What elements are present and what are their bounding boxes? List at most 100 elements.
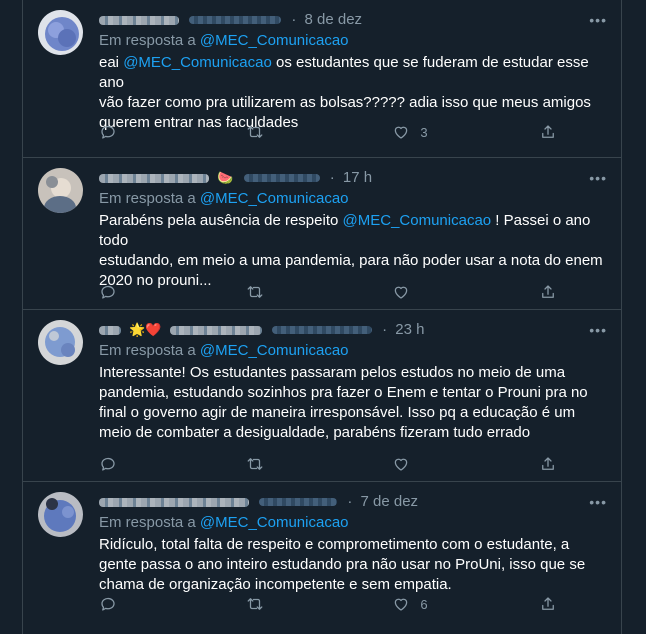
like-count: 6 xyxy=(420,596,428,612)
author-name-redacted[interactable] xyxy=(99,325,121,335)
speech-bubble-icon xyxy=(101,457,115,471)
heart-icon xyxy=(395,458,408,471)
tweet[interactable]: 🌟❤️ · 23 h ••• Em resposta a @MEC_Comuni… xyxy=(23,310,621,482)
reply-mention-link[interactable]: @MEC_Comunicacao xyxy=(200,32,349,49)
tweet-text-line: meio de combater a desigualdade, parabén… xyxy=(99,423,607,443)
like-button[interactable]: 3 xyxy=(392,123,472,141)
timestamp[interactable]: 7 de dez xyxy=(361,493,419,510)
tweet-text-line: Ridículo, total falta de respeito e comp… xyxy=(99,535,607,555)
name-emoji: 🌟❤️ xyxy=(129,322,162,338)
mention-link[interactable]: @MEC_Comunicacao xyxy=(343,212,492,229)
tweet-text-segment: Parabéns pela ausência de respeito xyxy=(99,212,343,229)
tweet-text-segment: eai xyxy=(99,54,124,71)
reply-button[interactable] xyxy=(99,455,179,473)
reply-mention-link[interactable]: @MEC_Comunicacao xyxy=(200,342,349,359)
reply-button[interactable] xyxy=(99,123,179,141)
share-icon xyxy=(542,457,554,470)
timestamp[interactable]: 8 de dez xyxy=(305,11,363,28)
tweet-header: 🌟❤️ · 23 h ••• xyxy=(99,320,607,340)
timestamp[interactable]: 17 h xyxy=(343,169,372,186)
share-button[interactable] xyxy=(539,123,559,141)
tweet-actions xyxy=(99,283,559,301)
reply-prefix: Em resposta a xyxy=(99,514,196,531)
tweet-text: Interessante! Os estudantes passaram pel… xyxy=(99,363,607,443)
tweet-text-segment: meio de combater a desigualdade, parabén… xyxy=(99,424,531,441)
share-button[interactable] xyxy=(539,595,559,613)
like-count: 3 xyxy=(420,124,428,140)
share-icon xyxy=(542,285,554,298)
tweet[interactable]: · 7 de dez ••• Em resposta a @MEC_Comuni… xyxy=(23,482,621,634)
tweet-text-line: estudando, em meio a uma pandemia, para … xyxy=(99,251,607,271)
tweet-actions xyxy=(99,455,559,473)
reply-thread: · 8 de dez ••• Em resposta a @MEC_Comuni… xyxy=(22,0,622,634)
share-button[interactable] xyxy=(539,455,559,473)
author-handle-redacted[interactable] xyxy=(259,498,338,507)
tweet-text-segment: estudando, em meio a uma pandemia, para … xyxy=(99,252,603,269)
retweet-icon xyxy=(247,126,263,138)
tweet-text-line: Parabéns pela ausência de respeito @MEC_… xyxy=(99,211,607,251)
retweet-button[interactable] xyxy=(246,123,326,141)
author-handle-redacted[interactable] xyxy=(271,326,372,335)
speech-bubble-icon xyxy=(101,125,115,139)
more-dots-icon[interactable]: ••• xyxy=(589,10,607,30)
heart-icon xyxy=(395,126,408,139)
more-dots-icon[interactable]: ••• xyxy=(589,492,607,512)
more-dots-icon[interactable]: ••• xyxy=(589,320,607,340)
reply-context: Em resposta a @MEC_Comunicacao xyxy=(99,31,607,51)
heart-icon xyxy=(395,598,408,611)
tweet-header: · 8 de dez ••• xyxy=(99,10,607,30)
author-handle-redacted[interactable] xyxy=(189,16,282,25)
tweet-text-line: vão fazer como pra utilizarem as bolsas?… xyxy=(99,93,607,113)
tweet-text-line: eai @MEC_Comunicacao os estudantes que s… xyxy=(99,53,607,93)
tweet-text: Parabéns pela ausência de respeito @MEC_… xyxy=(99,211,607,291)
tweet-text-line: final o governo agir de maneira irrespon… xyxy=(99,403,607,423)
author-name-redacted[interactable] xyxy=(99,173,209,183)
tweet-actions: 6 xyxy=(99,595,559,613)
timestamp[interactable]: 23 h xyxy=(395,321,424,338)
tweet[interactable]: 🍉 · 17 h ••• Em resposta a @MEC_Comunica… xyxy=(23,158,621,310)
retweet-icon xyxy=(247,458,263,470)
avatar[interactable] xyxy=(38,10,83,55)
more-dots-icon[interactable]: ••• xyxy=(589,168,607,188)
tweet-text-segment: pandemia, estudando sozinhos pra fazer o… xyxy=(99,384,588,401)
reply-prefix: Em resposta a xyxy=(99,32,196,49)
author-name-redacted[interactable] xyxy=(99,15,179,25)
tweet-text: eai @MEC_Comunicacao os estudantes que s… xyxy=(99,53,607,133)
tweet-text: Ridículo, total falta de respeito e comp… xyxy=(99,535,607,595)
share-button[interactable] xyxy=(539,283,559,301)
tweet-header: 🍉 · 17 h ••• xyxy=(99,168,607,188)
retweet-button[interactable] xyxy=(246,283,326,301)
tweet-text-segment: chama de organização incompetente e sem … xyxy=(99,576,452,593)
avatar[interactable] xyxy=(38,492,83,537)
retweet-icon xyxy=(247,286,263,298)
like-button[interactable]: 6 xyxy=(392,595,472,613)
speech-bubble-icon xyxy=(101,285,115,299)
tweet-text-segment: Interessante! Os estudantes passaram pel… xyxy=(99,364,566,381)
reply-prefix: Em resposta a xyxy=(99,190,196,207)
speech-bubble-icon xyxy=(101,597,115,611)
reply-context: Em resposta a @MEC_Comunicacao xyxy=(99,189,607,209)
like-button[interactable] xyxy=(392,455,472,473)
avatar[interactable] xyxy=(38,320,83,365)
tweet[interactable]: · 8 de dez ••• Em resposta a @MEC_Comuni… xyxy=(23,0,621,158)
author-name-redacted[interactable] xyxy=(99,497,249,507)
reply-button[interactable] xyxy=(99,595,179,613)
retweet-button[interactable] xyxy=(246,595,326,613)
reply-context: Em resposta a @MEC_Comunicacao xyxy=(99,513,607,533)
tweet-actions: 3 xyxy=(99,123,559,141)
author-handle-redacted[interactable] xyxy=(243,174,320,183)
tweet-header: · 7 de dez ••• xyxy=(99,492,607,512)
avatar[interactable] xyxy=(38,168,83,213)
tweet-text-line: gente passa o ano inteiro estudando pra … xyxy=(99,555,607,575)
retweet-button[interactable] xyxy=(246,455,326,473)
reply-button[interactable] xyxy=(99,283,179,301)
author-name-redacted[interactable] xyxy=(169,325,262,335)
heart-icon xyxy=(395,286,408,299)
mention-link[interactable]: @MEC_Comunicacao xyxy=(123,54,272,71)
share-icon xyxy=(542,125,554,138)
like-button[interactable] xyxy=(392,283,472,301)
tweet-text-segment: Ridículo, total falta de respeito e comp… xyxy=(99,536,570,553)
reply-mention-link[interactable]: @MEC_Comunicacao xyxy=(200,190,349,207)
reply-mention-link[interactable]: @MEC_Comunicacao xyxy=(200,514,349,531)
name-emoji: 🍉 xyxy=(217,170,234,186)
